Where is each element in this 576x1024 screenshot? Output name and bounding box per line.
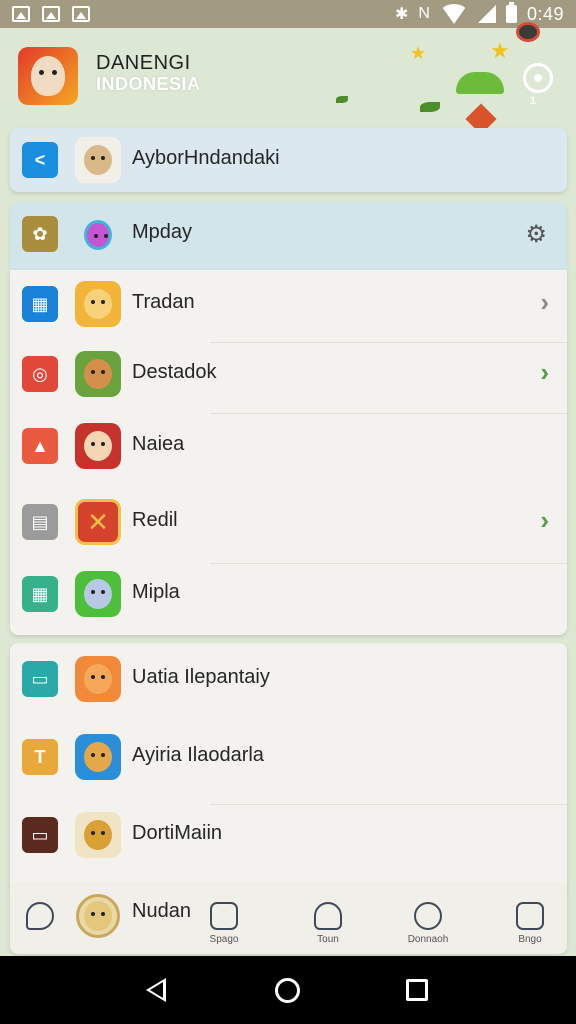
- list-item-label: Mpday: [132, 221, 193, 243]
- list-item-label: DortiMaiin: [132, 822, 223, 844]
- avatar: [75, 212, 121, 258]
- avatar: [75, 656, 121, 702]
- recent-apps-icon[interactable]: [406, 979, 428, 1001]
- divider: [210, 342, 567, 343]
- list-item[interactable]: ▦ Mipla: [10, 568, 567, 630]
- document-icon: ▤: [22, 504, 58, 540]
- tab-label: Spago: [209, 934, 239, 945]
- list-item-label: Tradan: [132, 291, 195, 313]
- list-item-label: AyborHndandaki: [132, 147, 280, 169]
- current-avatar[interactable]: [76, 894, 120, 938]
- list-item[interactable]: ▭ DortiMaiin: [10, 809, 567, 871]
- leaf-icon: [336, 96, 348, 103]
- tab-label: Toun: [317, 934, 339, 945]
- list-item-label: Naiea: [132, 433, 185, 455]
- chat-icon[interactable]: [210, 902, 238, 930]
- list-item[interactable]: ◎ Destadok ›: [10, 348, 567, 410]
- ornament-icon: [516, 22, 540, 42]
- list-item-label: Redil: [132, 509, 178, 531]
- document-icon: T: [22, 739, 58, 775]
- user-icon[interactable]: [314, 902, 342, 930]
- flower-icon: ✿: [22, 216, 58, 252]
- location-button[interactable]: [523, 63, 553, 93]
- chevron-right-icon: ›: [540, 505, 549, 535]
- avatar: [75, 423, 121, 469]
- app-title: DANENGI: [96, 52, 191, 74]
- tab-label: Bngo: [518, 934, 542, 945]
- star-icon: ★: [410, 43, 427, 63]
- list-item-label: Mipla: [132, 581, 180, 603]
- home-icon[interactable]: [275, 978, 300, 1003]
- status-bar: ✱ N 0:49: [0, 0, 576, 28]
- main-list: ▦ Tradan › ◎ Destadok › ▲ Naiea ▤ ✕ Redi…: [10, 270, 567, 635]
- avatar: [75, 571, 121, 617]
- list-item[interactable]: ▤ ✕ Redil ›: [10, 496, 567, 558]
- star-icon: ★: [490, 38, 510, 63]
- avatar: [75, 812, 121, 858]
- block-icon[interactable]: [414, 902, 442, 930]
- back-icon[interactable]: [146, 978, 166, 1002]
- image-icon: [12, 6, 30, 22]
- leaf-icon: [420, 102, 440, 112]
- bottom-tab-bar: Nudan Spago Toun Donnaoh Bngo: [10, 884, 567, 954]
- grid-icon: ▦: [22, 576, 58, 612]
- app-logo: [18, 47, 78, 105]
- list-item[interactable]: T Ayiria Ilaodarla: [10, 731, 567, 793]
- system-navigation-bar: [0, 956, 576, 1024]
- mpday-item[interactable]: ✿ Mpday ⚙: [10, 202, 567, 270]
- divider: [210, 804, 567, 805]
- mascot-icon: [31, 56, 65, 96]
- signal-icon: [477, 5, 496, 23]
- triangle-icon: ▲: [22, 428, 58, 464]
- app-header: DANENGI INDONESIA ★ ★ 1: [0, 22, 576, 135]
- back-arrow-icon: <: [22, 142, 58, 178]
- divider: [210, 563, 567, 564]
- list-item[interactable]: ▲ Naiea: [10, 420, 567, 482]
- tab-label: Donnaoh: [407, 934, 449, 945]
- list-item-label: Uatia Ilepantaiy: [132, 666, 270, 688]
- image-icon: [72, 6, 90, 22]
- gear-icon[interactable]: ⚙: [525, 220, 547, 249]
- avatar: ✕: [75, 499, 121, 545]
- avatar: [75, 137, 121, 183]
- window-icon: ▭: [22, 817, 58, 853]
- avatar: [75, 734, 121, 780]
- calendar-icon: ▭: [22, 661, 58, 697]
- chevron-right-icon: ›: [540, 287, 549, 317]
- chat-icon[interactable]: [26, 902, 54, 930]
- avatar: [75, 281, 121, 327]
- app-subtitle: INDONESIA: [96, 74, 201, 94]
- current-label: Nudan: [132, 900, 191, 922]
- target-icon: ◎: [22, 356, 58, 392]
- divider: [210, 413, 567, 414]
- vibrate-icon: ✱: [394, 6, 409, 23]
- secondary-list: ▭ Uatia Ilepantaiy T Ayiria Ilaodarla ▭ …: [10, 643, 567, 887]
- list-item[interactable]: ▭ Uatia Ilepantaiy: [10, 651, 567, 713]
- chevron-right-icon: ›: [540, 357, 549, 387]
- calendar-icon: ▦: [22, 286, 58, 322]
- nfc-icon: N: [418, 5, 430, 22]
- wifi-icon: [439, 4, 468, 24]
- clock: 0:49: [526, 3, 564, 24]
- list-item-label: Ayiria Ilaodarla: [132, 744, 264, 766]
- profile-icon[interactable]: [516, 902, 544, 930]
- battery-icon: [505, 2, 517, 23]
- avatar: [75, 351, 121, 397]
- location-count: 1: [530, 95, 537, 107]
- image-icon: [42, 6, 60, 22]
- list-item[interactable]: ▦ Tradan ›: [10, 274, 567, 336]
- highlight-item[interactable]: < AyborHndandaki: [10, 128, 567, 192]
- list-item-label: Destadok: [132, 361, 217, 383]
- bush-icon: [456, 72, 504, 94]
